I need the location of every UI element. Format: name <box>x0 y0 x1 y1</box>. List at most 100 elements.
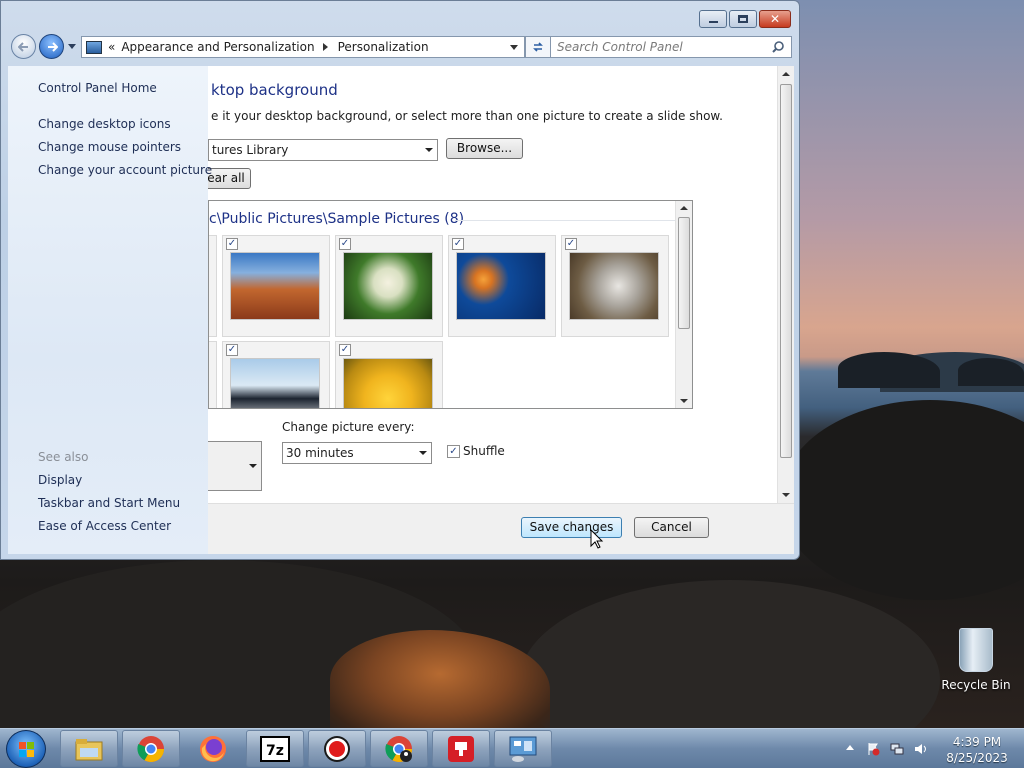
change-picture-label: Change picture every: <box>282 420 415 434</box>
breadcrumb-personalization[interactable]: Personalization <box>338 40 429 54</box>
taskbar-file-explorer[interactable] <box>60 730 118 767</box>
tulips-thumbnail <box>343 358 433 408</box>
refresh-button[interactable] <box>525 36 551 58</box>
content-scrollbar[interactable] <box>777 66 794 503</box>
taskbar-recorder[interactable] <box>308 730 366 767</box>
taskbar-firefox[interactable] <box>184 730 242 767</box>
taskbar-chrome[interactable] <box>122 730 180 767</box>
search-input[interactable]: Search Control Panel <box>550 36 792 58</box>
picture-tile-koala[interactable]: ✓ <box>561 235 669 337</box>
firefox-icon <box>200 735 226 762</box>
maximize-icon <box>738 15 748 23</box>
taskbar-7zip[interactable]: 7z <box>246 730 304 767</box>
save-changes-button[interactable]: Save changes <box>521 517 622 538</box>
maximize-button[interactable] <box>729 10 757 28</box>
taskbar-anydesk[interactable] <box>432 730 490 767</box>
navigation-bar: « Appearance and Personalization Persona… <box>9 34 793 60</box>
page-heading: ktop background <box>211 81 338 99</box>
tile-checkbox[interactable]: ✓ <box>339 238 351 250</box>
chrome-icon <box>137 735 165 762</box>
forward-arrow-icon <box>47 41 58 52</box>
picture-tile-desert[interactable]: ✓ <box>222 235 330 337</box>
close-button[interactable]: ✕ <box>759 10 791 28</box>
picture-tile-tulips[interactable]: ✓ <box>335 341 443 408</box>
minimize-icon <box>708 21 718 23</box>
chrome-profile-icon <box>385 735 413 762</box>
task-sidebar: Control Panel Home Change desktop icons … <box>8 66 212 554</box>
taskbar-chrome-profile[interactable] <box>370 730 428 767</box>
scroll-down-icon[interactable] <box>680 399 688 403</box>
sidebar-change-desktop-icons[interactable]: Change desktop icons <box>38 117 171 131</box>
refresh-icon <box>533 42 543 52</box>
show-hidden-icons-icon[interactable] <box>846 745 854 750</box>
shuffle-checkbox[interactable]: ✓ <box>447 445 460 458</box>
search-placeholder: Search Control Panel <box>557 40 683 54</box>
gallery-scrollbar[interactable] <box>675 201 692 408</box>
change-interval-select[interactable]: 30 minutes <box>282 442 432 464</box>
mouse-cursor-icon <box>590 529 604 549</box>
page-description: e it your desktop background, or select … <box>211 109 723 123</box>
taskbar: 7z 4:39 PM 8/25/2023 <box>0 728 1024 768</box>
forward-button[interactable] <box>39 34 64 59</box>
content-scroll-thumb[interactable] <box>780 84 792 458</box>
picture-gallery: c\Public Pictures\Sample Pictures (8) ✓ … <box>208 200 693 409</box>
control-panel-icon <box>86 40 102 54</box>
tile-checkbox[interactable]: ✓ <box>452 238 464 250</box>
back-arrow-icon <box>17 41 28 52</box>
group-divider <box>455 220 675 221</box>
tile-checkbox[interactable]: ✓ <box>226 238 238 250</box>
recycle-bin[interactable]: Recycle Bin <box>936 628 1016 692</box>
chevron-down-icon <box>425 148 433 152</box>
start-button[interactable] <box>6 730 46 768</box>
gallery-group-title: c\Public Pictures\Sample Pictures (8) <box>209 211 465 227</box>
system-tray: 4:39 PM 8/25/2023 <box>842 729 1024 768</box>
picture-tile-partial[interactable] <box>209 235 217 337</box>
change-interval-value: 30 minutes <box>286 446 354 460</box>
picture-position-select[interactable] <box>201 441 262 491</box>
picture-tile-penguins[interactable]: ✓ <box>222 341 330 408</box>
shuffle-label: Shuffle <box>463 444 505 458</box>
picture-tile-partial-2[interactable] <box>209 341 217 408</box>
tile-checkbox[interactable]: ✓ <box>339 344 351 356</box>
hydrangeas-thumbnail <box>343 252 433 320</box>
see-also-display[interactable]: Display <box>38 473 82 487</box>
clock[interactable]: 4:39 PM 8/25/2023 <box>942 734 1012 766</box>
close-icon: ✕ <box>769 12 781 26</box>
see-also-ease-of-access[interactable]: Ease of Access Center <box>38 519 171 533</box>
windows-logo-icon <box>19 742 34 757</box>
sidebar-change-mouse-pointers[interactable]: Change mouse pointers <box>38 140 181 154</box>
picture-tile-jellyfish[interactable]: ✓ <box>448 235 556 337</box>
volume-icon[interactable] <box>914 742 928 756</box>
cancel-button[interactable]: Cancel <box>634 517 709 538</box>
scroll-down-icon[interactable] <box>782 493 790 497</box>
see-also-taskbar[interactable]: Taskbar and Start Menu <box>38 496 180 510</box>
address-bar[interactable]: « Appearance and Personalization Persona… <box>81 36 525 58</box>
scroll-up-icon[interactable] <box>680 206 688 210</box>
network-icon[interactable] <box>890 742 904 756</box>
breadcrumb-separator-icon[interactable] <box>322 43 328 51</box>
browse-button[interactable]: Browse... <box>446 138 523 159</box>
back-button[interactable] <box>11 34 36 59</box>
picture-location-select[interactable]: tures Library <box>208 139 438 161</box>
picture-location-value: tures Library <box>212 143 289 157</box>
address-dropdown-icon[interactable] <box>510 45 518 50</box>
taskbar-control-panel[interactable] <box>494 730 552 767</box>
gallery-scroll-thumb[interactable] <box>678 217 690 329</box>
tile-checkbox[interactable]: ✓ <box>565 238 577 250</box>
recent-pages-dropdown[interactable] <box>68 44 76 49</box>
caption-buttons: ✕ <box>699 10 791 28</box>
clock-date: 8/25/2023 <box>946 751 1008 765</box>
folder-icon <box>75 738 103 760</box>
minimize-button[interactable] <box>699 10 727 28</box>
search-icon[interactable] <box>771 40 785 54</box>
action-center-flag-icon[interactable] <box>866 742 880 756</box>
control-panel-icon <box>509 736 537 762</box>
scroll-up-icon[interactable] <box>782 72 790 76</box>
tile-checkbox[interactable]: ✓ <box>226 344 238 356</box>
personalization-window: ✕ « Appearance and Personalization Perso… <box>0 0 800 560</box>
picture-tile-hydrangeas[interactable]: ✓ <box>335 235 443 337</box>
breadcrumb-appearance[interactable]: Appearance and Personalization <box>121 40 314 54</box>
sidebar-change-account-picture[interactable]: Change your account picture <box>38 163 212 177</box>
sidebar-control-panel-home[interactable]: Control Panel Home <box>38 81 157 95</box>
address-root-chevron[interactable]: « <box>108 40 115 54</box>
